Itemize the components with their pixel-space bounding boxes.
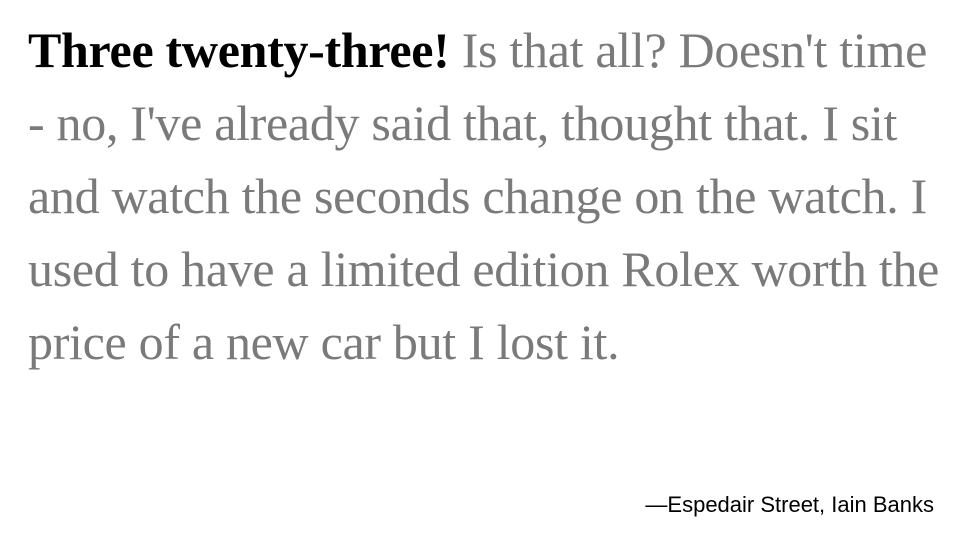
quote-lead: Three twenty-three! [28,22,450,78]
quote-page: Three twenty-three! Is that all? Doesn't… [0,0,960,540]
quote-text: Three twenty-three! Is that all? Doesn't… [28,14,943,379]
quote-attribution: —Espedair Street, Iain Banks [645,492,934,517]
